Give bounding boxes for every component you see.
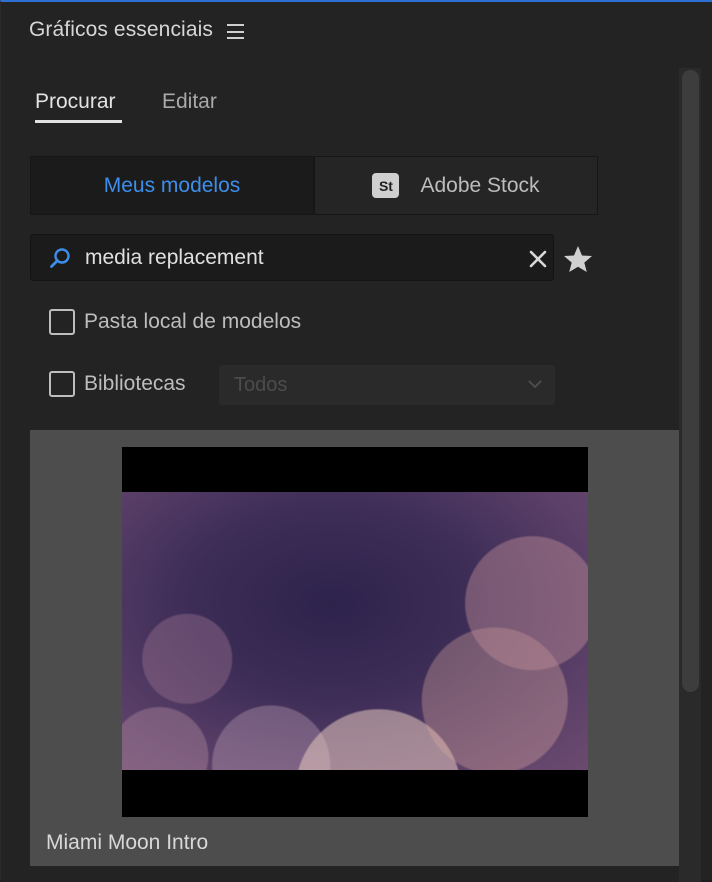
libraries-filter[interactable]: Bibliotecas: [49, 371, 186, 397]
template-title: Miami Moon Intro: [46, 831, 209, 854]
adobe-stock-button[interactable]: St Adobe Stock: [314, 156, 598, 215]
libraries-label: Bibliotecas: [84, 372, 186, 395]
adobe-stock-label: Adobe Stock: [420, 173, 540, 197]
my-templates-label: Meus modelos: [103, 173, 241, 197]
template-thumbnail[interactable]: [122, 447, 588, 817]
chevron-down-icon: [528, 380, 542, 389]
tab-edit[interactable]: Editar: [162, 90, 217, 114]
hamburger-icon[interactable]: [227, 24, 244, 39]
panel-title: Gráficos essenciais: [29, 18, 213, 41]
scrollbar-thumb[interactable]: [682, 70, 699, 692]
local-folder-checkbox[interactable]: [49, 309, 75, 335]
my-templates-button[interactable]: Meus modelos: [30, 156, 314, 215]
adobe-stock-icon: St: [372, 173, 400, 198]
star-icon[interactable]: [563, 245, 593, 273]
search-icon: [50, 248, 70, 268]
thumbnail-image: [122, 492, 588, 770]
search-box[interactable]: [30, 234, 554, 281]
search-input[interactable]: [85, 244, 515, 272]
libraries-checkbox[interactable]: [49, 371, 75, 397]
active-tab-indicator: [35, 120, 122, 123]
close-icon[interactable]: [529, 250, 547, 268]
essential-graphics-panel: Gráficos essenciais Procurar Editar Meus…: [0, 0, 712, 882]
tab-browse[interactable]: Procurar: [35, 90, 116, 114]
template-card[interactable]: Miami Moon Intro: [30, 430, 679, 866]
local-folder-label: Pasta local de modelos: [84, 310, 302, 333]
libraries-select: Todos: [219, 365, 555, 405]
local-folder-filter[interactable]: Pasta local de modelos: [49, 309, 301, 335]
libraries-select-value: Todos: [234, 373, 288, 396]
